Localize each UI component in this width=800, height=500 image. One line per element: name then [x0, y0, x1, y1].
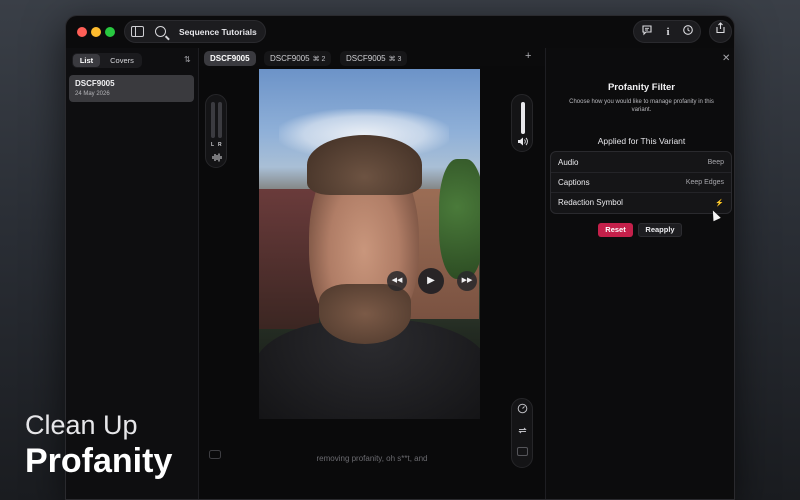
toolbar-tools: i — [633, 20, 701, 43]
profanity-panel: ✕ Profanity Filter Choose how you would … — [545, 48, 734, 499]
volume-slider[interactable] — [521, 102, 525, 134]
volume-control[interactable] — [511, 94, 533, 152]
captions-icon[interactable] — [209, 450, 221, 462]
promo-heading-line2: Profanity — [25, 442, 173, 480]
close-icon[interactable]: ✕ — [722, 53, 730, 64]
option-redaction-symbol[interactable]: Redaction Symbol ⚡ — [551, 193, 731, 213]
option-audio[interactable]: Audio Beep — [551, 153, 731, 173]
rewind-button[interactable]: ◀◀ — [387, 271, 407, 291]
meter-left-bar — [211, 102, 215, 138]
tab-3-label: DSCF9005 — [346, 54, 386, 63]
segment-covers[interactable]: Covers — [104, 54, 140, 67]
option-label: Redaction Symbol — [558, 198, 623, 207]
list-item[interactable]: DSCF9005 24 May 2026 — [69, 75, 194, 102]
chevron-down-icon[interactable]: ⌄ — [251, 27, 257, 35]
reset-button[interactable]: Reset — [598, 223, 633, 237]
close-window-button[interactable] — [77, 27, 87, 37]
panel-subtitle: Choose how you would like to manage prof… — [569, 99, 714, 113]
title-pill: Sequence Tutorials ⌄ — [124, 20, 266, 43]
play-button[interactable]: ▶ — [418, 268, 444, 294]
section-title: Applied for This Variant — [597, 136, 686, 146]
video-bg-tree — [439, 159, 480, 279]
video-frame[interactable] — [259, 69, 480, 419]
forward-button[interactable]: ▶▶ — [457, 271, 477, 291]
share-button[interactable] — [709, 20, 732, 43]
panel-title: Profanity Filter — [607, 82, 676, 93]
caption-text: removing profanity, oh s**t, and — [316, 454, 428, 463]
list-item-title: DSCF9005 — [75, 79, 115, 88]
project-title[interactable]: Sequence Tutorials — [179, 27, 257, 37]
sort-icon[interactable]: ⇅ — [184, 55, 191, 64]
waveform-icon[interactable] — [212, 153, 222, 164]
speaker-icon[interactable] — [517, 137, 528, 148]
option-value[interactable]: ⚡ — [715, 199, 724, 207]
tab-2-shortcut: ⌘ 2 — [312, 56, 326, 63]
meter-right-bar — [218, 102, 222, 138]
options-list: Audio Beep Captions Keep Edges Redaction… — [550, 151, 732, 214]
side-controls — [511, 398, 533, 468]
info-icon[interactable]: i — [660, 24, 676, 40]
video-subject-hair — [307, 135, 422, 195]
speed-gauge-icon[interactable] — [517, 403, 528, 416]
add-tab-button[interactable]: + — [525, 50, 531, 62]
meter-right-label: R — [218, 142, 222, 148]
tab-1-label: DSCF9005 — [210, 54, 250, 63]
player-area: L R ◀◀ ▶ ▶▶ removing profanity, oh s**t,… — [199, 66, 545, 499]
option-value[interactable]: Keep Edges — [686, 179, 724, 186]
reapply-button[interactable]: Reapply — [638, 223, 682, 237]
tab-1[interactable]: DSCF9005 — [204, 51, 256, 66]
list-item-date: 24 May 2026 — [75, 91, 110, 97]
tab-3-shortcut: ⌘ 3 — [388, 56, 402, 63]
segment-list[interactable]: List — [73, 54, 100, 67]
promo-heading-line1: Clean Up — [25, 410, 138, 440]
share-icon — [716, 22, 725, 34]
view-segmented-control: List Covers — [72, 53, 142, 68]
history-icon[interactable] — [680, 24, 696, 40]
tab-3[interactable]: DSCF9005 ⌘ 3 — [340, 51, 408, 66]
sidebar-toggle-icon[interactable] — [131, 26, 144, 37]
comment-icon[interactable] — [639, 24, 655, 40]
maximize-window-button[interactable] — [105, 27, 115, 37]
pip-icon[interactable] — [517, 447, 528, 458]
meter-left-label: L — [211, 142, 215, 148]
loop-icon[interactable] — [517, 425, 528, 438]
option-value[interactable]: Beep — [708, 159, 724, 166]
tab-2-label: DSCF9005 — [270, 54, 310, 63]
tab-2[interactable]: DSCF9005 ⌘ 2 — [264, 51, 332, 66]
option-captions[interactable]: Captions Keep Edges — [551, 173, 731, 193]
app-window: Sequence Tutorials ⌄ i List Covers ⇅ DSC… — [65, 15, 735, 500]
audio-meter: L R — [205, 94, 227, 168]
option-label: Captions — [558, 178, 590, 187]
titlebar: Sequence Tutorials ⌄ i — [66, 16, 734, 48]
option-label: Audio — [558, 158, 579, 167]
search-icon[interactable] — [155, 26, 166, 37]
video-subject-beard — [319, 284, 411, 344]
minimize-window-button[interactable] — [91, 27, 101, 37]
